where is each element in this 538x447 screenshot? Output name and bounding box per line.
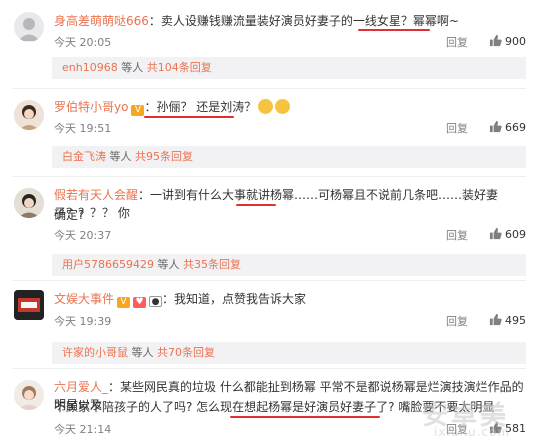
sub-replies-box[interactable]: 许家的小哥鼠 等人 共70条回复 <box>52 342 526 364</box>
like-count: 669 <box>505 121 526 134</box>
divider <box>12 88 526 89</box>
divider <box>12 176 526 177</box>
comment-username[interactable]: 身高差萌萌哒666 <box>54 14 149 28</box>
comment-line: 确定? <box>54 206 526 224</box>
highlight-underline <box>358 29 430 31</box>
avatar[interactable] <box>14 380 44 410</box>
watermark-url: ixiunu.com <box>434 425 511 439</box>
user-avatar-icon <box>14 380 44 410</box>
comment-text-continued: 确定? <box>54 208 85 222</box>
sub-reply-user[interactable]: enh10968 <box>62 61 118 74</box>
site-watermark: 安卓美 ixiunu.com <box>422 395 532 445</box>
comment-text: 我知道，点赞我告诉大家 <box>174 292 307 306</box>
sub-reply-user[interactable]: 白金飞涛 <box>62 150 106 163</box>
sub-reply-count[interactable]: 共95条回复 <box>135 150 193 163</box>
like-button[interactable]: 669 <box>489 120 526 134</box>
comment-time: 今天 19:51 <box>54 122 112 135</box>
comment-time: 今天 20:05 <box>54 36 112 49</box>
like-count: 900 <box>505 35 526 48</box>
comment-username[interactable]: 假若有天人会醒 <box>54 188 138 202</box>
thumbs-up-icon <box>489 120 502 133</box>
highlight-underline <box>236 204 276 206</box>
like-button[interactable]: 609 <box>489 227 526 241</box>
sub-reply-count[interactable]: 共104条回复 <box>147 61 212 74</box>
comment-username[interactable]: 六月爱人_ <box>54 380 108 394</box>
comment-username[interactable]: 罗伯特小哥yo <box>54 100 128 114</box>
comment-meta: 今天 20:05 回复 900 <box>54 34 526 50</box>
comment-username[interactable]: 文娱大事件 <box>54 292 114 306</box>
divider <box>12 280 526 281</box>
sub-reply-mid: 等人 <box>117 61 147 74</box>
brand-logo-icon <box>14 290 44 320</box>
comment-line: 文娱大事件 V ♥ ● ：我知道，点赞我告诉大家 <box>54 292 307 308</box>
comment-time: 今天 19:39 <box>54 315 112 328</box>
avatar[interactable] <box>14 290 44 320</box>
sub-reply-count[interactable]: 共70条回复 <box>157 346 215 359</box>
sub-reply-user[interactable]: 用户5786659429 <box>62 258 154 271</box>
thumbs-up-icon <box>489 34 502 47</box>
sub-replies-box[interactable]: 用户5786659429 等人 共35条回复 <box>52 254 526 276</box>
heart-badge-icon: ♥ <box>133 297 147 308</box>
comment-time: 今天 21:14 <box>54 423 112 436</box>
comment-item: 身高差萌萌哒666：卖人设赚钱赚流量装好演员好妻子的一线女星？幂幂啊~ 今天 2… <box>0 0 538 84</box>
user-avatar-icon <box>14 188 44 218</box>
reply-button[interactable]: 回复 <box>446 34 468 50</box>
sub-reply-mid: 等人 <box>106 150 135 163</box>
highlight-underline <box>144 116 234 118</box>
comment-item: 文娱大事件 V ♥ ● ：我知道，点赞我告诉大家 今天 19:39 回复 495 许家的… <box>0 282 538 366</box>
comment-line: 身高差萌萌哒666：卖人设赚钱赚流量装好演员好妻子的一线女星？幂幂啊~ <box>54 14 459 28</box>
panda-badge-icon: ● <box>149 296 163 307</box>
sub-replies-box[interactable]: enh10968 等人 共104条回复 <box>52 57 526 79</box>
laughing-emoji-icon <box>275 99 291 114</box>
avatar[interactable] <box>14 12 44 42</box>
user-avatar-icon <box>18 18 40 41</box>
highlight-underline <box>230 416 380 418</box>
like-count: 609 <box>505 228 526 241</box>
comment-time: 今天 20:37 <box>54 229 112 242</box>
sub-reply-mid: 等人 <box>154 258 183 271</box>
like-count: 495 <box>505 314 526 327</box>
avatar[interactable] <box>14 100 44 130</box>
thumbs-up-icon <box>489 227 502 240</box>
comment-text: 孙俪？ 还是刘涛？ <box>156 100 257 114</box>
thumbs-up-icon <box>489 313 502 326</box>
sub-replies-box[interactable]: 白金飞涛 等人 共95条回复 <box>52 146 526 168</box>
comment-meta: 今天 20:37 回复 609 <box>54 227 526 243</box>
sub-reply-mid: 等人 <box>128 346 157 359</box>
laughing-emoji-icon <box>258 99 274 114</box>
reply-button[interactable]: 回复 <box>446 313 468 329</box>
sub-reply-count[interactable]: 共35条回复 <box>183 258 241 271</box>
comment-item: 假若有天人会醒：一讲到有什么大事就讲杨幂……可杨幂且不说前几条吧……装好妻子？？… <box>0 178 538 278</box>
comment-item: 罗伯特小哥yo V ：孙俪？ 还是刘涛？ 今天 19:51 回复 669 白金飞涛 … <box>0 90 538 174</box>
comment-meta: 今天 19:51 回复 669 <box>54 120 526 136</box>
avatar[interactable] <box>14 188 44 218</box>
vip-badge-icon: V <box>131 105 145 116</box>
comment-line: 罗伯特小哥yo V ：孙俪？ 还是刘涛？ <box>54 98 526 116</box>
comment-text: 卖人设赚钱赚流量装好演员好妻子的一线女星？幂幂啊~ <box>160 14 459 28</box>
comment-meta: 今天 19:39 回复 495 <box>54 313 526 329</box>
divider <box>12 368 526 369</box>
sub-reply-user[interactable]: 许家的小哥鼠 <box>62 346 128 359</box>
like-button[interactable]: 495 <box>489 313 526 327</box>
vip-badge-icon: V <box>117 297 131 308</box>
reply-button[interactable]: 回复 <box>446 120 468 136</box>
like-button[interactable]: 900 <box>489 34 526 48</box>
reply-button[interactable]: 回复 <box>446 227 468 243</box>
user-avatar-icon <box>14 100 44 130</box>
